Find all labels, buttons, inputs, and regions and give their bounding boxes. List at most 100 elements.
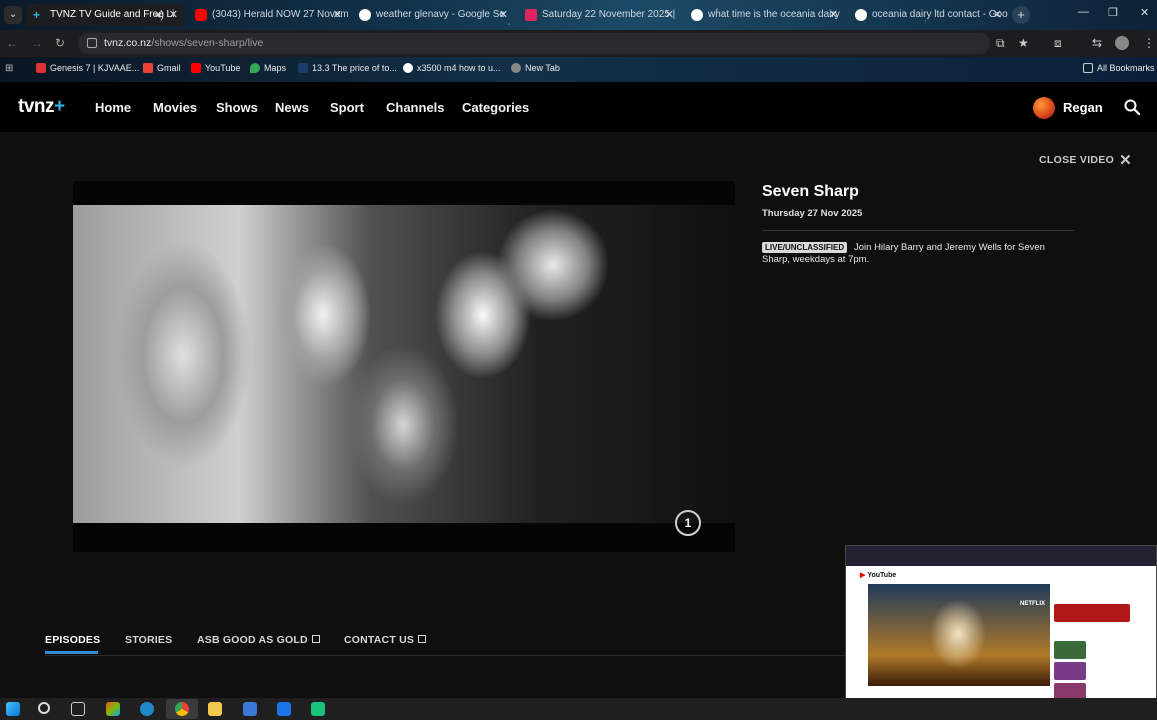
bookmark-price[interactable]: 13.3 The price of to... — [298, 63, 397, 73]
close-video-button[interactable]: CLOSE VIDEO ✕ — [1039, 151, 1132, 169]
folder-icon — [1083, 63, 1093, 73]
google-icon — [359, 9, 371, 21]
tvnz-logo[interactable]: tvnz+ — [18, 96, 65, 118]
youtube-icon — [195, 9, 207, 21]
url-text: tvnz.co.nz/shows/seven-sharp/live — [104, 37, 264, 49]
play-icon — [525, 9, 537, 21]
copilot-icon[interactable] — [106, 702, 120, 716]
nav-shows[interactable]: Shows — [216, 100, 258, 115]
youtube-icon — [191, 63, 201, 73]
bookmark-genesis[interactable]: Genesis 7 | KJVAAE... — [36, 63, 139, 73]
bookmark-star-icon[interactable]: ★ — [1018, 36, 1029, 50]
pip-suggestion[interactable] — [1054, 662, 1086, 680]
bookmark-gmail[interactable]: Gmail — [143, 63, 181, 73]
close-tab-icon[interactable]: ✕ — [499, 4, 508, 26]
close-tab-icon[interactable]: ✕ — [169, 4, 178, 26]
profile-sync-icon[interactable]: ⇆ — [1092, 36, 1102, 50]
menu-icon[interactable]: ⋮ — [1143, 36, 1155, 50]
install-app-icon[interactable]: ⧉ — [996, 36, 1005, 51]
bookmark-maps[interactable]: Maps — [250, 63, 286, 73]
new-tab-button[interactable]: + — [1012, 6, 1030, 24]
google-icon — [691, 9, 703, 21]
extensions-icon[interactable]: ⧈ — [1054, 36, 1062, 51]
maximize-icon[interactable]: ❐ — [1108, 6, 1118, 19]
divider — [762, 230, 1074, 231]
app-icon[interactable] — [311, 702, 325, 716]
tab-title: (3043) Herald NOW 27 Novem — [212, 9, 348, 20]
gmail-icon — [143, 63, 153, 73]
pip-window[interactable]: ▶ YouTube NETFLIX — [845, 545, 1157, 715]
taskbar-search-icon[interactable] — [38, 702, 50, 714]
search-icon[interactable] — [1124, 99, 1140, 115]
bookmark-new-tab[interactable]: New Tab — [511, 63, 560, 73]
video-player[interactable] — [73, 181, 735, 552]
nav-movies[interactable]: Movies — [153, 100, 197, 115]
minimize-icon[interactable]: — — [1078, 6, 1089, 18]
pip-suggestion[interactable] — [1054, 641, 1086, 659]
close-tab-icon[interactable]: ✕ — [665, 4, 674, 26]
tvnz-plus-icon: + — [33, 8, 41, 22]
tab-title: what time is the oceania dairy — [708, 9, 840, 20]
store-icon[interactable] — [243, 702, 257, 716]
tabs-rule — [45, 655, 845, 656]
external-link-icon — [418, 635, 427, 643]
edge-icon[interactable] — [140, 702, 154, 716]
browser-tab-tvnz[interactable]: + TVNZ TV Guide and Free Li ◂) ✕ — [26, 4, 184, 26]
user-avatar[interactable] — [1033, 97, 1055, 119]
back-icon[interactable]: ← — [6, 36, 18, 50]
pip-netflix-badge: NETFLIX — [1020, 601, 1045, 607]
user-name[interactable]: Regan — [1063, 100, 1103, 115]
outlook-icon[interactable] — [277, 702, 291, 716]
bookmark-x3500[interactable]: x3500 m4 how to u... — [403, 63, 501, 73]
close-tab-icon[interactable]: ✕ — [333, 4, 342, 26]
windows-start-icon[interactable] — [6, 702, 20, 716]
browser-tab-oceania-contact[interactable]: oceania dairy ltd contact - Goo ✕ — [848, 4, 1008, 26]
task-view-icon[interactable] — [71, 702, 85, 716]
speaker-icon: ◂) — [154, 9, 164, 21]
tab-contact-us[interactable]: CONTACT US — [344, 634, 427, 646]
apps-grid-icon[interactable]: ⊞ — [5, 63, 13, 74]
globe-icon — [511, 63, 521, 73]
active-tab-indicator — [45, 651, 98, 654]
browser-tab-saturday[interactable]: Saturday 22 November 2025 | ✕ — [518, 4, 680, 26]
show-title: Seven Sharp — [762, 183, 859, 200]
tab-asb-good-as-gold[interactable]: ASB GOOD AS GOLD — [197, 634, 320, 646]
pip-video[interactable] — [868, 584, 1050, 686]
tab-episodes[interactable]: EPISODES — [45, 634, 100, 646]
tab-search-button[interactable]: ⌄ — [4, 6, 22, 24]
browser-tab-herald[interactable]: (3043) Herald NOW 27 Novem ✕ — [188, 4, 348, 26]
close-tab-icon[interactable]: ✕ — [993, 4, 1002, 26]
tab-title: Saturday 22 November 2025 | — [542, 9, 676, 20]
reload-icon[interactable]: ↻ — [55, 36, 65, 50]
nav-channels[interactable]: Channels — [386, 100, 445, 115]
tab-title: weather glenavy - Google Se — [376, 9, 505, 20]
show-date: Thursday 27 Nov 2025 — [762, 208, 863, 219]
close-icon: ✕ — [1119, 152, 1132, 169]
channel-logo: 1 — [675, 510, 701, 536]
bookmark-youtube[interactable]: YouTube — [191, 63, 240, 73]
nav-categories[interactable]: Categories — [462, 100, 529, 115]
tab-stories[interactable]: STORIES — [125, 634, 172, 646]
profile-avatar-icon[interactable] — [1115, 36, 1129, 50]
google-icon — [403, 63, 413, 73]
site-info-icon[interactable] — [87, 38, 97, 48]
google-icon — [855, 9, 867, 21]
forward-icon[interactable]: → — [31, 36, 43, 50]
tab-title: oceania dairy ltd contact - Goo — [872, 9, 1008, 20]
pip-browser-bar — [846, 546, 1156, 566]
classification-badge: LIVE/UNCLASSIFIED — [762, 242, 848, 253]
bookmark-favicon — [298, 63, 308, 73]
maps-icon — [250, 63, 260, 73]
pip-suggestion[interactable] — [1054, 604, 1130, 622]
nav-news[interactable]: News — [275, 100, 309, 115]
file-explorer-icon[interactable] — [208, 702, 222, 716]
browser-tab-oceania-time[interactable]: what time is the oceania dairy ✕ — [684, 4, 844, 26]
nav-sport[interactable]: Sport — [330, 100, 364, 115]
chrome-icon[interactable] — [175, 702, 189, 716]
window-close-icon[interactable]: ✕ — [1140, 6, 1149, 19]
all-bookmarks-button[interactable]: All Bookmarks — [1083, 63, 1155, 73]
address-bar[interactable]: tvnz.co.nz/shows/seven-sharp/live — [78, 33, 990, 54]
close-tab-icon[interactable]: ✕ — [829, 4, 838, 26]
nav-home[interactable]: Home — [95, 100, 131, 115]
browser-tab-weather[interactable]: weather glenavy - Google Se ✕ — [352, 4, 514, 26]
